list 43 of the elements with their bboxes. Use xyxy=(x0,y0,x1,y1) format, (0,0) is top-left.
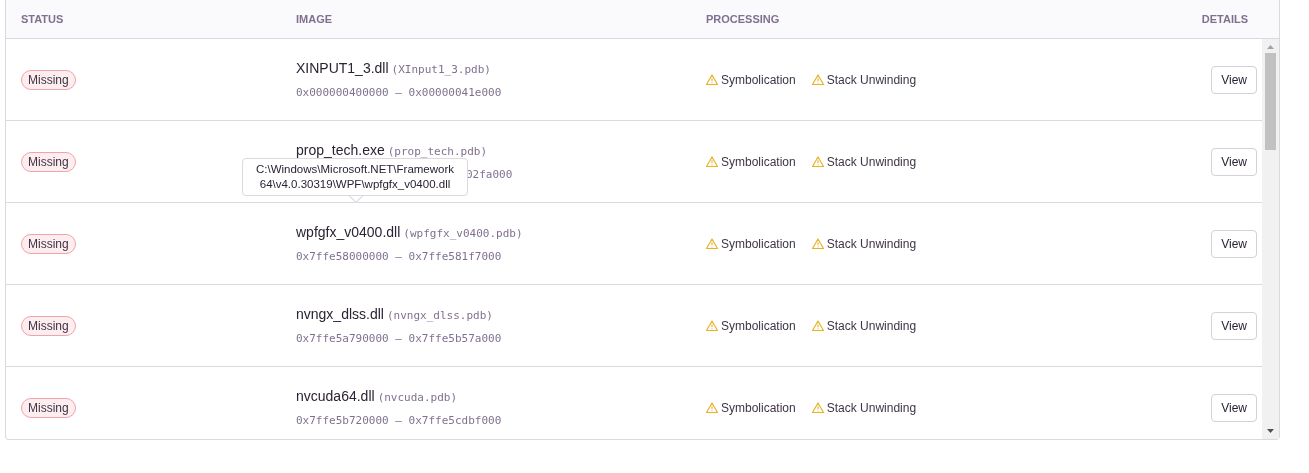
address-range: 0x7ffe58000000 – 0x7ffe581f7000 xyxy=(296,248,502,265)
processing-label: Symbolication xyxy=(721,399,796,417)
processing-label: Stack Unwinding xyxy=(826,235,917,253)
debug-file: (prop_tech.pdb) xyxy=(387,144,488,158)
processing-label: Symbolication xyxy=(721,71,796,89)
view-button[interactable]: View xyxy=(1211,229,1257,258)
status-badge: Missing xyxy=(21,151,76,172)
debug-file: (XInput1_3.pdb) xyxy=(391,62,491,76)
image-name: XINPUT1_3.dll xyxy=(296,59,389,76)
image-name: nvngx_dlss.dll xyxy=(296,305,384,322)
column-header: PROCESSING xyxy=(706,13,780,26)
column-header: STATUS xyxy=(21,13,64,26)
processing-label: Symbolication xyxy=(721,153,796,171)
address-range: 0x000000400000 – 0x00000041e000 xyxy=(296,84,502,101)
view-button[interactable]: View xyxy=(1211,147,1257,176)
processing-label: Stack Unwinding xyxy=(826,317,917,335)
scrollbar[interactable] xyxy=(1262,39,1279,439)
scroll-up-icon[interactable] xyxy=(1267,45,1274,49)
scrollbar-thumb[interactable] xyxy=(1265,53,1276,150)
processing-label: Symbolication xyxy=(721,235,796,253)
processing-label: Symbolication xyxy=(721,317,796,335)
view-button[interactable]: View xyxy=(1211,393,1257,422)
tooltip: C:\Windows\Microsoft.NET\Framework64\v4.0.30319\WPF\wpfgfx_v0400.dll xyxy=(242,158,468,196)
debug-file: (nvngx_dlss.pdb) xyxy=(386,308,493,322)
debug-file: (wpfgfx_v0400.pdb) xyxy=(403,226,523,240)
scroll-down-icon[interactable] xyxy=(1267,429,1274,433)
image-name: prop_tech.exe xyxy=(296,141,385,158)
view-button[interactable]: View xyxy=(1211,65,1257,94)
status-badge: Missing xyxy=(21,233,76,254)
processing-label: Stack Unwinding xyxy=(826,71,917,89)
image-name: wpfgfx_v0400.dll xyxy=(296,223,401,240)
column-header: DETAILS xyxy=(1201,13,1248,26)
debug-file: (nvcuda.pdb) xyxy=(377,390,458,404)
image-name: nvcuda64.dll xyxy=(296,387,375,404)
status-badge: Missing xyxy=(21,397,76,418)
column-header: IMAGE xyxy=(296,13,333,26)
processing-label: Stack Unwinding xyxy=(826,153,917,171)
address-range: 0x7ffe5a790000 – 0x7ffe5b57a000 xyxy=(296,330,502,347)
address-range: 0x7ffe5b720000 – 0x7ffe5cdbf000 xyxy=(296,412,502,429)
view-button[interactable]: View xyxy=(1211,311,1257,340)
processing-label: Stack Unwinding xyxy=(826,399,917,417)
status-badge: Missing xyxy=(21,315,76,336)
status-badge: Missing xyxy=(21,69,76,90)
